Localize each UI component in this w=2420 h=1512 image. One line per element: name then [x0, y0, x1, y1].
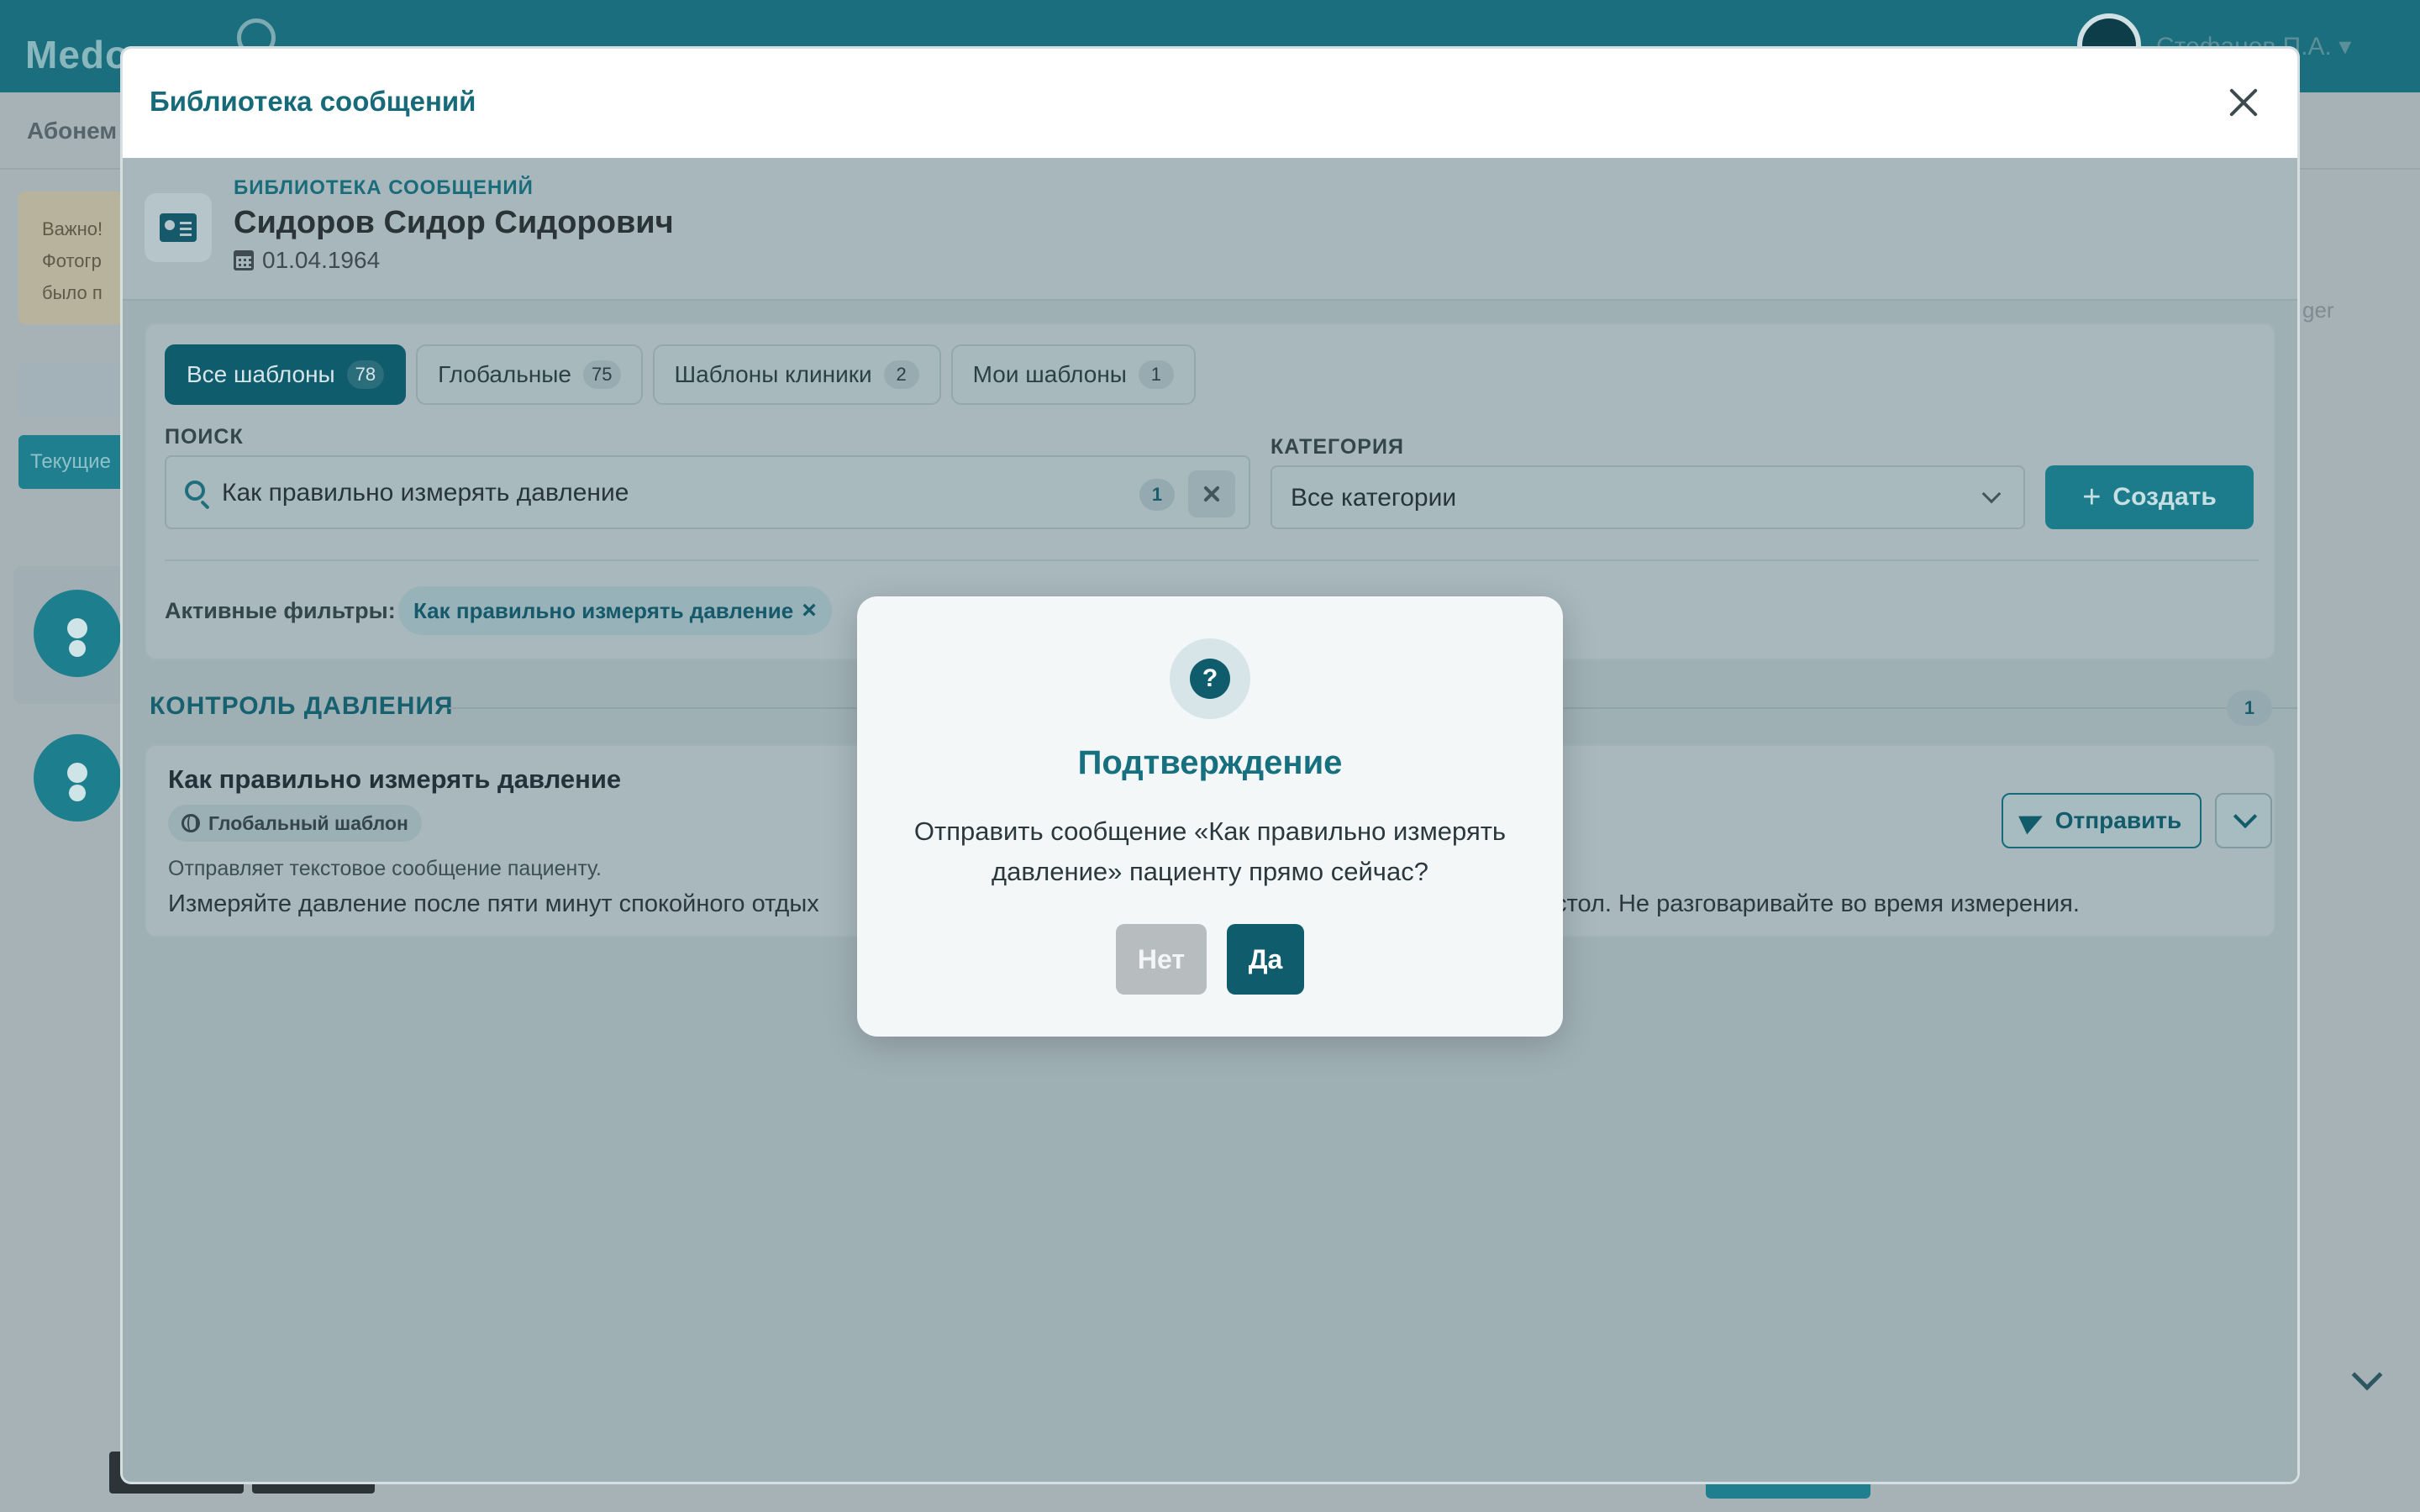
search-result-count: 1 — [1139, 479, 1175, 511]
tab-all-templates[interactable]: Все шаблоны 78 — [165, 344, 407, 405]
create-template-button[interactable]: + Создать — [2045, 465, 2254, 529]
confirm-message: Отправить сообщение «Как правильно измер… — [913, 816, 1507, 886]
avatar — [34, 734, 121, 822]
notice-line: было п — [42, 282, 103, 303]
global-template-badge: Глобальный шаблон — [168, 805, 422, 842]
patient-header: БИБЛИОТЕКА СООБЩЕНИЙ Сидоров Сидор Сидор… — [123, 158, 2297, 301]
background-button[interactable] — [18, 363, 136, 417]
search-input[interactable]: Как правильно измерять давление 1 — [165, 455, 1250, 529]
section-title: КОНТРОЛЬ ДАВЛЕНИЯ — [150, 692, 454, 720]
chevron-down-icon — [1981, 484, 2002, 504]
create-button-label: Создать — [2112, 483, 2217, 511]
patient-dob: 01.04.1964 — [234, 247, 380, 274]
question-icon: ? — [1190, 659, 1230, 699]
tab-clinic-templates[interactable]: Шаблоны клиники 2 — [652, 344, 941, 405]
globe-icon — [182, 814, 200, 832]
tab-count: 2 — [883, 360, 919, 389]
tab-label: Шаблоны клиники — [674, 361, 872, 387]
tab-label: Мои шаблоны — [972, 361, 1127, 387]
notice-line: Важно! — [42, 218, 103, 239]
category-select[interactable]: Все категории — [1270, 465, 2025, 529]
template-title: Как правильно измерять давление — [168, 764, 622, 794]
background-hint: ger — [2302, 297, 2334, 323]
tab-count: 75 — [583, 360, 621, 389]
search-value[interactable]: Как правильно измерять давление — [222, 479, 629, 507]
clear-search-button[interactable] — [1188, 470, 1235, 517]
category-label: КАТЕГОРИЯ — [1270, 435, 1404, 459]
tab-count: 78 — [346, 360, 385, 389]
paper-plane-icon — [2018, 806, 2047, 835]
search-icon — [185, 480, 205, 501]
notice-line: Фотогр — [42, 250, 102, 271]
close-icon[interactable] — [2223, 82, 2264, 123]
plus-icon: + — [2082, 480, 2102, 515]
confirm-dialog: ? Подтверждение Отправить сообщение «Как… — [857, 596, 1563, 1037]
question-icon-wrapper: ? — [1170, 638, 1250, 719]
notice-text: Важно! Фотогр было п — [42, 213, 103, 309]
template-description: Отправляет текстовое сообщение пациенту. — [168, 857, 602, 880]
template-text: Измеряйте давление после пяти минут спок… — [168, 890, 819, 917]
modal-header: Библиотека сообщений — [123, 49, 2297, 158]
breadcrumb: Абонем — [27, 118, 118, 144]
patient-dob-value: 01.04.1964 — [262, 247, 381, 273]
filters-divider — [165, 559, 2259, 561]
filter-chip-label: Как правильно измерять давление — [413, 597, 794, 623]
tab-label: Все шаблоны — [187, 361, 335, 387]
id-card-icon — [145, 193, 212, 262]
calendar-icon — [234, 250, 254, 270]
expand-template-button[interactable] — [2215, 793, 2272, 848]
badge-label: Глобальный шаблон — [208, 811, 408, 834]
app-logo: Medo — [25, 33, 130, 76]
active-filter-chip: Как правильно измерять давление × — [398, 586, 832, 635]
send-button[interactable]: Отправить — [2002, 793, 2202, 848]
current-button-label: Текущие — [30, 450, 111, 473]
tab-label: Глобальные — [438, 361, 572, 387]
template-tabs: Все шаблоны 78 Глобальные 75 Шаблоны кли… — [165, 344, 1196, 405]
send-button-label: Отправить — [2054, 807, 2182, 833]
avatar — [34, 590, 121, 677]
modal-title: Библиотека сообщений — [150, 86, 476, 117]
tab-global[interactable]: Глобальные 75 — [416, 344, 643, 405]
search-label: ПОИСК — [165, 425, 244, 449]
section-count: 1 — [2227, 690, 2272, 726]
patient-name: Сидоров Сидор Сидорович — [234, 205, 674, 240]
no-button[interactable]: Нет — [1116, 924, 1207, 995]
tab-my-templates[interactable]: Мои шаблоны 1 — [950, 344, 1196, 405]
active-filters-label: Активные фильтры: — [165, 598, 396, 623]
patient-kicker: БИБЛИОТЕКА СООБЩЕНИЙ — [234, 176, 534, 199]
remove-filter-icon[interactable]: × — [802, 596, 817, 625]
template-text-end: стол. Не разговаривайте во время измерен… — [1555, 890, 2080, 917]
yes-button[interactable]: Да — [1227, 924, 1304, 995]
tab-count: 1 — [1138, 360, 1174, 389]
category-value: Все категории — [1291, 484, 1457, 512]
current-button[interactable]: Текущие — [18, 435, 136, 489]
confirm-title: Подтверждение — [1077, 744, 1343, 781]
